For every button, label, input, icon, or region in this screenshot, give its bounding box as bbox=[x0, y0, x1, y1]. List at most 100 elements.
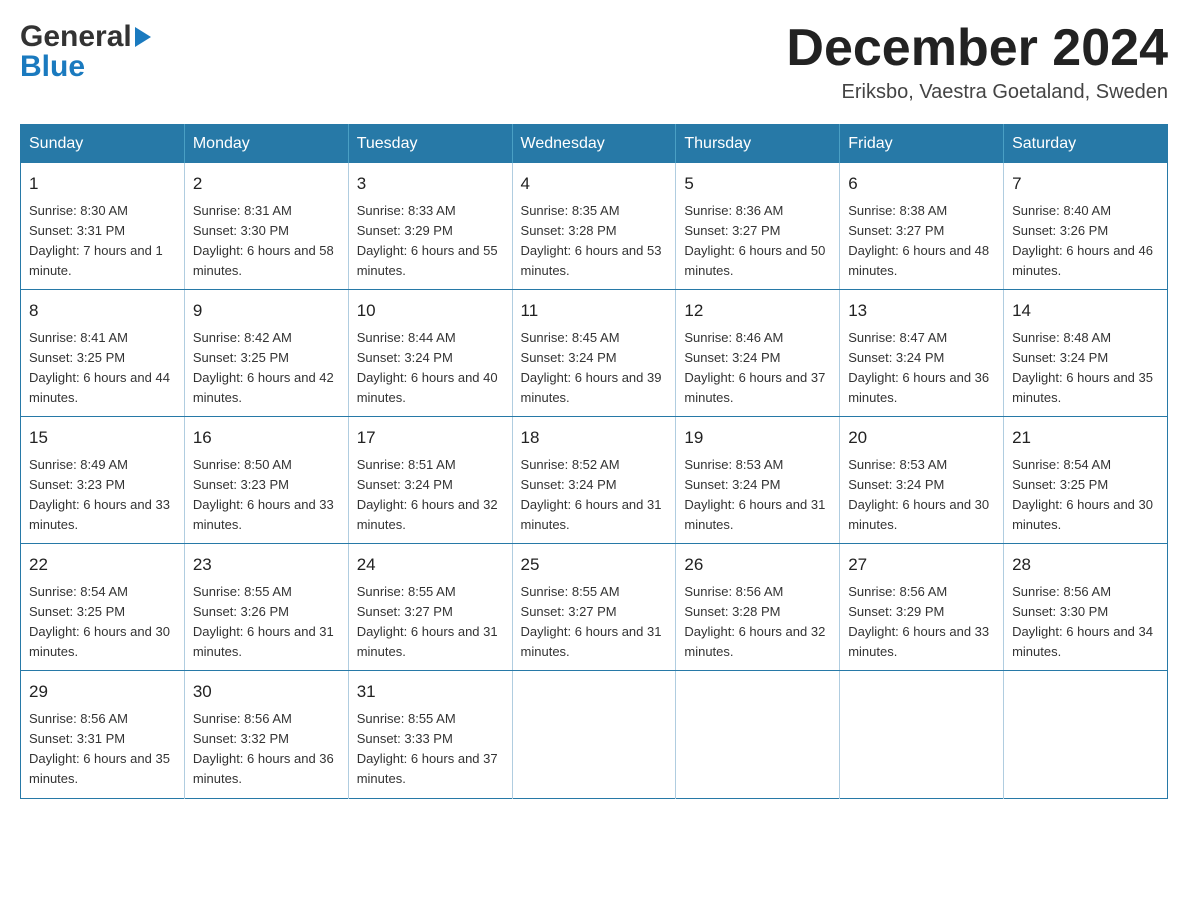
calendar-cell: 20 Sunrise: 8:53 AMSunset: 3:24 PMDayligh… bbox=[840, 417, 1004, 544]
day-info: Sunrise: 8:38 AMSunset: 3:27 PMDaylight:… bbox=[848, 201, 995, 282]
day-info: Sunrise: 8:50 AMSunset: 3:23 PMDaylight:… bbox=[193, 455, 340, 536]
calendar-cell: 12 Sunrise: 8:46 AMSunset: 3:24 PMDayligh… bbox=[676, 290, 840, 417]
day-info: Sunrise: 8:56 AMSunset: 3:32 PMDaylight:… bbox=[193, 709, 340, 790]
day-number: 17 bbox=[357, 425, 504, 451]
day-info: Sunrise: 8:40 AMSunset: 3:26 PMDaylight:… bbox=[1012, 201, 1159, 282]
calendar-cell: 31 Sunrise: 8:55 AMSunset: 3:33 PMDayligh… bbox=[348, 671, 512, 798]
day-of-week-header: Saturday bbox=[1004, 125, 1168, 164]
page-header: General Blue December 2024 Eriksbo, Vaes… bbox=[20, 20, 1168, 104]
day-number: 27 bbox=[848, 552, 995, 578]
calendar-cell: 3Sunrise: 8:33 AMSunset: 3:29 PMDaylight… bbox=[348, 163, 512, 290]
calendar-cell: 21 Sunrise: 8:54 AMSunset: 3:25 PMDayligh… bbox=[1004, 417, 1168, 544]
day-number: 13 bbox=[848, 298, 995, 324]
day-number: 20 bbox=[848, 425, 995, 451]
day-of-week-header: Sunday bbox=[21, 125, 185, 164]
day-info: Sunrise: 8:31 AMSunset: 3:30 PMDaylight:… bbox=[193, 201, 340, 282]
day-number: 9 bbox=[193, 298, 340, 324]
calendar-cell: 13Sunrise: 8:47 AMSunset: 3:24 PMDayligh… bbox=[840, 290, 1004, 417]
calendar-cell: 10 Sunrise: 8:44 AMSunset: 3:24 PMDayligh… bbox=[348, 290, 512, 417]
calendar-cell: 15 Sunrise: 8:49 AMSunset: 3:23 PMDayligh… bbox=[21, 417, 185, 544]
logo-arrow-icon bbox=[135, 27, 151, 47]
day-number: 22 bbox=[29, 552, 176, 578]
day-number: 8 bbox=[29, 298, 176, 324]
day-of-week-header: Tuesday bbox=[348, 125, 512, 164]
day-number: 30 bbox=[193, 679, 340, 705]
calendar-cell: 16 Sunrise: 8:50 AMSunset: 3:23 PMDayligh… bbox=[184, 417, 348, 544]
day-number: 16 bbox=[193, 425, 340, 451]
day-number: 21 bbox=[1012, 425, 1159, 451]
location: Eriksbo, Vaestra Goetaland, Sweden bbox=[786, 81, 1168, 104]
calendar-cell: 23 Sunrise: 8:55 AMSunset: 3:26 PMDayligh… bbox=[184, 544, 348, 671]
calendar-cell: 29 Sunrise: 8:56 AMSunset: 3:31 PMDayligh… bbox=[21, 671, 185, 798]
day-info: Sunrise: 8:44 AMSunset: 3:24 PMDaylight:… bbox=[357, 328, 504, 409]
day-of-week-header: Friday bbox=[840, 125, 1004, 164]
day-number: 29 bbox=[29, 679, 176, 705]
calendar-week-row: 22Sunrise: 8:54 AMSunset: 3:25 PMDayligh… bbox=[21, 544, 1168, 671]
day-number: 23 bbox=[193, 552, 340, 578]
day-info: Sunrise: 8:48 AMSunset: 3:24 PMDaylight:… bbox=[1012, 328, 1159, 409]
day-number: 6 bbox=[848, 171, 995, 197]
day-info: Sunrise: 8:55 AMSunset: 3:26 PMDaylight:… bbox=[193, 582, 340, 663]
calendar-week-row: 15 Sunrise: 8:49 AMSunset: 3:23 PMDayligh… bbox=[21, 417, 1168, 544]
day-info: Sunrise: 8:56 AMSunset: 3:31 PMDaylight:… bbox=[29, 709, 176, 790]
day-number: 24 bbox=[357, 552, 504, 578]
day-number: 5 bbox=[684, 171, 831, 197]
day-info: Sunrise: 8:53 AMSunset: 3:24 PMDaylight:… bbox=[684, 455, 831, 536]
calendar-cell: 2 Sunrise: 8:31 AMSunset: 3:30 PMDaylight… bbox=[184, 163, 348, 290]
day-info: Sunrise: 8:55 AMSunset: 3:33 PMDaylight:… bbox=[357, 709, 504, 790]
day-info: Sunrise: 8:42 AMSunset: 3:25 PMDaylight:… bbox=[193, 328, 340, 409]
day-number: 15 bbox=[29, 425, 176, 451]
logo: General Blue bbox=[20, 20, 151, 84]
calendar-cell: 30 Sunrise: 8:56 AMSunset: 3:32 PMDayligh… bbox=[184, 671, 348, 798]
calendar-cell: 27 Sunrise: 8:56 AMSunset: 3:29 PMDayligh… bbox=[840, 544, 1004, 671]
day-number: 4 bbox=[521, 171, 668, 197]
day-info: Sunrise: 8:46 AMSunset: 3:24 PMDaylight:… bbox=[684, 328, 831, 409]
day-number: 18 bbox=[521, 425, 668, 451]
calendar-cell: 22Sunrise: 8:54 AMSunset: 3:25 PMDayligh… bbox=[21, 544, 185, 671]
logo-line1: General bbox=[20, 20, 151, 54]
day-of-week-header: Thursday bbox=[676, 125, 840, 164]
day-info: Sunrise: 8:55 AMSunset: 3:27 PMDaylight:… bbox=[521, 582, 668, 663]
day-number: 31 bbox=[357, 679, 504, 705]
calendar-cell: 19 Sunrise: 8:53 AMSunset: 3:24 PMDayligh… bbox=[676, 417, 840, 544]
day-number: 10 bbox=[357, 298, 504, 324]
day-info: Sunrise: 8:54 AMSunset: 3:25 PMDaylight:… bbox=[1012, 455, 1159, 536]
calendar-cell: 9 Sunrise: 8:42 AMSunset: 3:25 PMDaylight… bbox=[184, 290, 348, 417]
day-info: Sunrise: 8:52 AMSunset: 3:24 PMDaylight:… bbox=[521, 455, 668, 536]
calendar-cell: 24 Sunrise: 8:55 AMSunset: 3:27 PMDayligh… bbox=[348, 544, 512, 671]
day-number: 7 bbox=[1012, 171, 1159, 197]
day-number: 12 bbox=[684, 298, 831, 324]
calendar-cell bbox=[676, 671, 840, 798]
day-number: 2 bbox=[193, 171, 340, 197]
day-info: Sunrise: 8:56 AMSunset: 3:28 PMDaylight:… bbox=[684, 582, 831, 663]
calendar-cell: 6 Sunrise: 8:38 AMSunset: 3:27 PMDaylight… bbox=[840, 163, 1004, 290]
day-number: 14 bbox=[1012, 298, 1159, 324]
calendar-cell: 26Sunrise: 8:56 AMSunset: 3:28 PMDayligh… bbox=[676, 544, 840, 671]
calendar-cell bbox=[512, 671, 676, 798]
day-number: 1 bbox=[29, 171, 176, 197]
calendar-cell: 14 Sunrise: 8:48 AMSunset: 3:24 PMDayligh… bbox=[1004, 290, 1168, 417]
day-of-week-header: Wednesday bbox=[512, 125, 676, 164]
logo-line2: Blue bbox=[20, 50, 85, 84]
calendar-cell: 7 Sunrise: 8:40 AMSunset: 3:26 PMDaylight… bbox=[1004, 163, 1168, 290]
day-number: 25 bbox=[521, 552, 668, 578]
calendar-cell bbox=[1004, 671, 1168, 798]
day-info: Sunrise: 8:49 AMSunset: 3:23 PMDaylight:… bbox=[29, 455, 176, 536]
month-title: December 2024 bbox=[786, 20, 1168, 77]
calendar-week-row: 1 Sunrise: 8:30 AMSunset: 3:31 PMDaylight… bbox=[21, 163, 1168, 290]
day-number: 19 bbox=[684, 425, 831, 451]
day-info: Sunrise: 8:30 AMSunset: 3:31 PMDaylight:… bbox=[29, 201, 176, 282]
day-info: Sunrise: 8:53 AMSunset: 3:24 PMDaylight:… bbox=[848, 455, 995, 536]
day-number: 11 bbox=[521, 298, 668, 324]
day-info: Sunrise: 8:45 AMSunset: 3:24 PMDaylight:… bbox=[521, 328, 668, 409]
day-info: Sunrise: 8:55 AMSunset: 3:27 PMDaylight:… bbox=[357, 582, 504, 663]
calendar-cell: 28Sunrise: 8:56 AMSunset: 3:30 PMDayligh… bbox=[1004, 544, 1168, 671]
calendar-cell bbox=[840, 671, 1004, 798]
day-number: 28 bbox=[1012, 552, 1159, 578]
day-of-week-header: Monday bbox=[184, 125, 348, 164]
title-block: December 2024 Eriksbo, Vaestra Goetaland… bbox=[786, 20, 1168, 104]
day-info: Sunrise: 8:36 AMSunset: 3:27 PMDaylight:… bbox=[684, 201, 831, 282]
calendar-cell: 25 Sunrise: 8:55 AMSunset: 3:27 PMDayligh… bbox=[512, 544, 676, 671]
day-info: Sunrise: 8:56 AMSunset: 3:29 PMDaylight:… bbox=[848, 582, 995, 663]
calendar-cell: 5 Sunrise: 8:36 AMSunset: 3:27 PMDaylight… bbox=[676, 163, 840, 290]
